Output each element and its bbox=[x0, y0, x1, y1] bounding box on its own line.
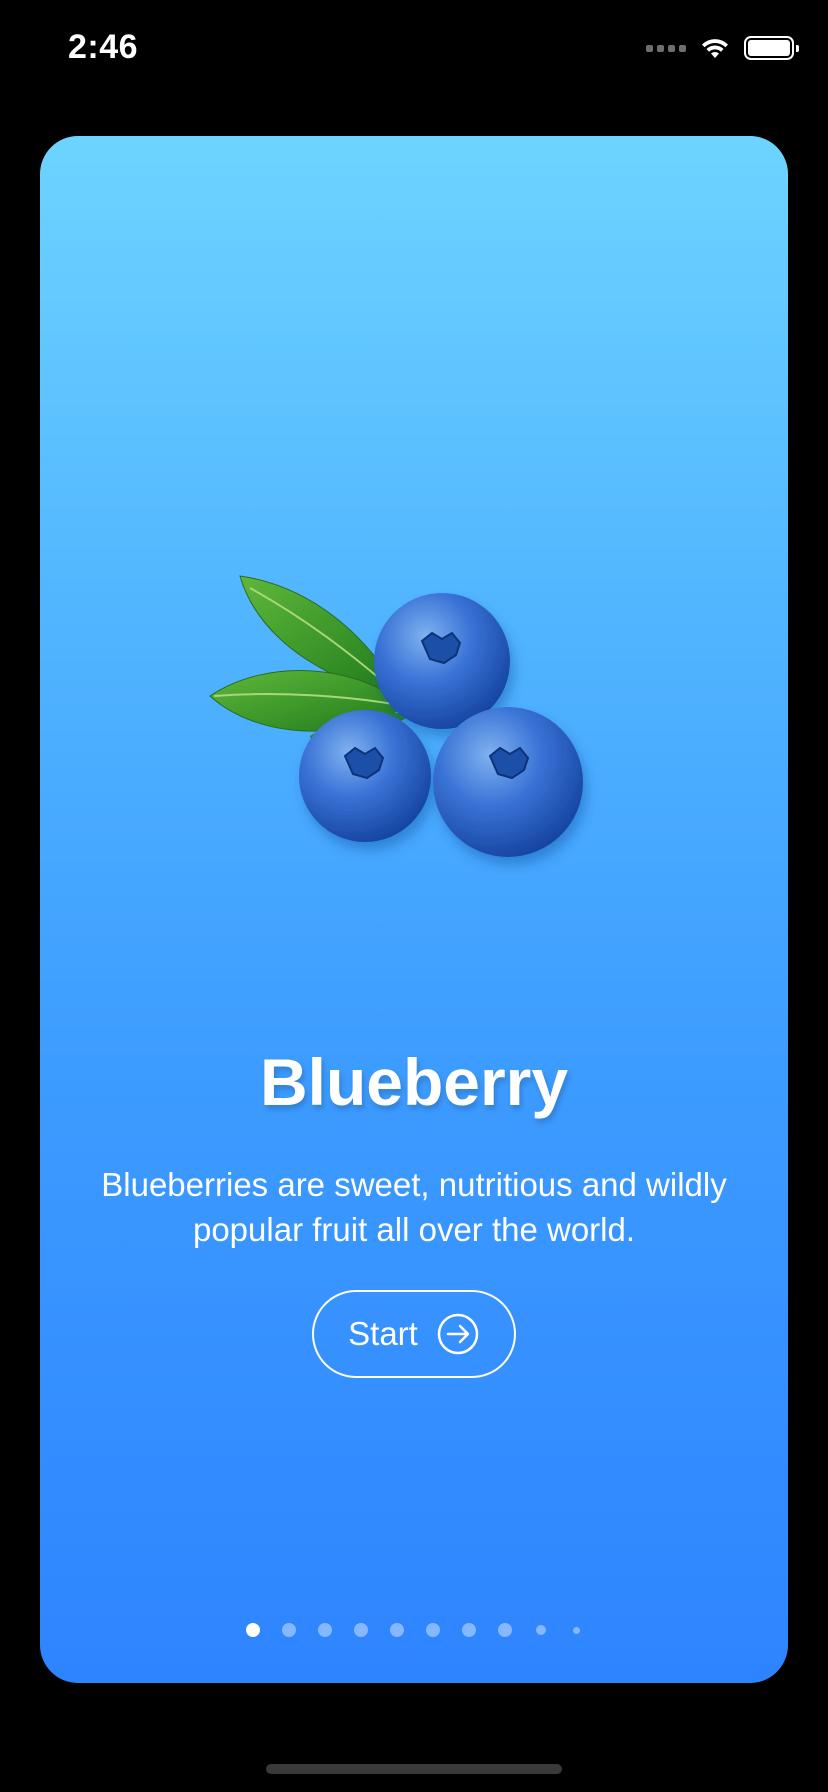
screen: 2:46 Blueberry Blueberries are sweet, nu… bbox=[0, 0, 828, 1792]
page-dot[interactable] bbox=[281, 1623, 296, 1637]
battery-icon bbox=[744, 36, 799, 60]
page-dot[interactable] bbox=[317, 1623, 332, 1637]
page-indicator[interactable] bbox=[40, 1623, 788, 1637]
cellular-icon bbox=[646, 44, 686, 52]
home-indicator[interactable] bbox=[266, 1764, 562, 1774]
fruit-description: Blueberries are sweet, nutritious and wi… bbox=[101, 1166, 727, 1248]
page-dot[interactable] bbox=[461, 1623, 476, 1637]
page-dot[interactable] bbox=[535, 1625, 546, 1635]
page-dot[interactable] bbox=[389, 1623, 404, 1637]
start-button-label: Start bbox=[348, 1315, 418, 1352]
status-bar: 2:46 bbox=[0, 0, 828, 100]
status-time: 2:46 bbox=[68, 28, 139, 66]
wifi-icon bbox=[702, 39, 728, 58]
page-dot[interactable] bbox=[572, 1626, 580, 1634]
page-dot[interactable] bbox=[497, 1623, 512, 1637]
status-icons bbox=[646, 36, 799, 60]
page-dot[interactable] bbox=[353, 1623, 368, 1637]
blueberries-image bbox=[209, 575, 583, 857]
start-button[interactable]: Start bbox=[312, 1290, 516, 1378]
fruit-card: Blueberry Blueberries are sweet, nutriti… bbox=[40, 136, 788, 1683]
page-dot[interactable] bbox=[245, 1623, 260, 1637]
fruit-title: Blueberry bbox=[259, 1045, 569, 1119]
page-dot[interactable] bbox=[425, 1623, 440, 1637]
arrow-right-circle-icon bbox=[437, 1313, 479, 1355]
